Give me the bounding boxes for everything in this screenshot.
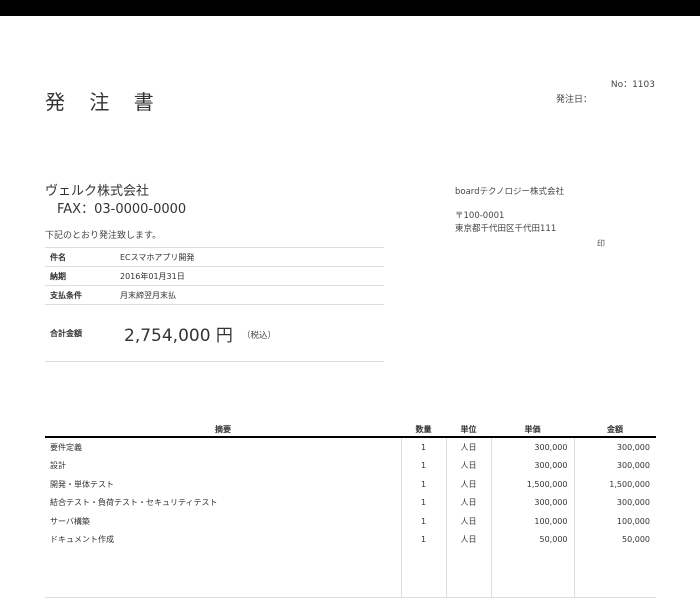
item-amount: 300,000	[573, 493, 656, 512]
item-quantity: 1	[400, 475, 446, 494]
table-row: 要件定義 1 人日 300,000 300,000	[45, 437, 656, 457]
filler-cell	[490, 549, 574, 598]
info-row-payment: 支払条件 月末締翌月末払	[45, 285, 384, 305]
info-label: 件名	[45, 247, 120, 267]
top-bar	[0, 0, 700, 16]
item-unit-price: 300,000	[490, 493, 574, 512]
item-description: 結合テスト・負荷テスト・セキュリティテスト	[50, 498, 218, 508]
document-number: No：1103	[610, 80, 655, 90]
header-description: 摘要	[45, 423, 401, 438]
filler-cell	[573, 549, 656, 598]
total-label: 合計金額	[50, 329, 82, 338]
total-amount: 2,754,000 円	[124, 326, 233, 346]
header-quantity: 数量	[401, 423, 446, 438]
item-amount: 100,000	[573, 512, 656, 531]
table-header-row: 摘要 数量 単位 単価 金額	[45, 423, 656, 438]
item-unit-price: 300,000	[490, 456, 574, 475]
recipient-name: ヴェルク株式会社	[45, 184, 150, 199]
item-unit-price: 100,000	[490, 512, 574, 531]
item-amount: 300,000	[573, 456, 656, 475]
item-unit: 人日	[445, 530, 491, 549]
filler-cell	[45, 549, 401, 598]
info-row-subject: 件名 ECスマホアプリ開発	[45, 247, 384, 267]
header-unit-price: 単価	[491, 423, 574, 438]
info-row-deadline: 納期 2016年01月31日	[45, 266, 384, 286]
intro-text: 下記のとおり発注致します。	[45, 231, 162, 241]
sender-address: 東京都千代田区千代田111	[455, 224, 557, 234]
table-row: 結合テスト・負荷テスト・セキュリティテスト 1 人日 300,000 300,0…	[45, 493, 656, 512]
item-unit-price: 300,000	[490, 437, 574, 457]
filler-cell	[400, 549, 446, 598]
filler-cell	[445, 549, 491, 598]
item-description: 設計	[50, 461, 66, 471]
table-filler-row	[45, 549, 656, 598]
item-amount: 300,000	[573, 437, 656, 457]
line-items-table: 摘要 数量 単位 単価 金額 要件定義 1 人日 300,000 300,000…	[45, 423, 656, 598]
item-unit: 人日	[445, 456, 491, 475]
sender-postal-code: 〒100-0001	[455, 211, 505, 221]
item-unit-price: 50,000	[490, 530, 574, 549]
item-amount: 50,000	[573, 530, 656, 549]
item-quantity: 1	[400, 437, 446, 457]
item-quantity: 1	[400, 456, 446, 475]
document-title: 発 注 書	[45, 90, 163, 114]
item-unit: 人日	[445, 437, 491, 457]
info-value: 月末締翌月末払	[120, 285, 384, 305]
table-row: 設計 1 人日 300,000 300,000	[45, 456, 656, 475]
total-divider	[45, 361, 384, 362]
item-amount: 1,500,000	[573, 475, 656, 494]
total-tax-note: （税込）	[242, 331, 277, 341]
issue-date-label: 発注日：	[556, 95, 593, 105]
order-info-table: 件名 ECスマホアプリ開発 納期 2016年01月31日 支払条件 月末締翌月末…	[45, 247, 384, 305]
item-quantity: 1	[400, 512, 446, 531]
item-quantity: 1	[400, 493, 446, 512]
header-amount: 金額	[574, 423, 656, 438]
sender-company: boardテクノロジー株式会社	[455, 187, 565, 197]
info-label: 支払条件	[45, 285, 120, 305]
item-unit: 人日	[445, 512, 491, 531]
line-items-section: 摘要 数量 単位 単価 金額 要件定義 1 人日 300,000 300,000…	[45, 423, 656, 598]
item-unit-price: 1,500,000	[490, 475, 574, 494]
item-unit: 人日	[445, 493, 491, 512]
table-row: サーバ構築 1 人日 100,000 100,000	[45, 512, 656, 531]
header-unit: 単位	[446, 423, 491, 438]
table-row: 開発・単体テスト 1 人日 1,500,000 1,500,000	[45, 475, 656, 494]
recipient-fax: FAX：03-0000-0000	[57, 202, 187, 217]
item-description: 要件定義	[50, 442, 82, 452]
info-value: 2016年01月31日	[120, 266, 384, 286]
item-description: 開発・単体テスト	[50, 479, 114, 489]
item-quantity: 1	[400, 530, 446, 549]
seal-mark: 印	[597, 239, 605, 248]
info-value: ECスマホアプリ開発	[120, 247, 384, 267]
info-label: 納期	[45, 266, 120, 286]
item-description: サーバ構築	[50, 516, 90, 526]
item-unit: 人日	[445, 475, 491, 494]
item-description: ドキュメント作成	[50, 535, 114, 545]
table-row: ドキュメント作成 1 人日 50,000 50,000	[45, 530, 656, 549]
